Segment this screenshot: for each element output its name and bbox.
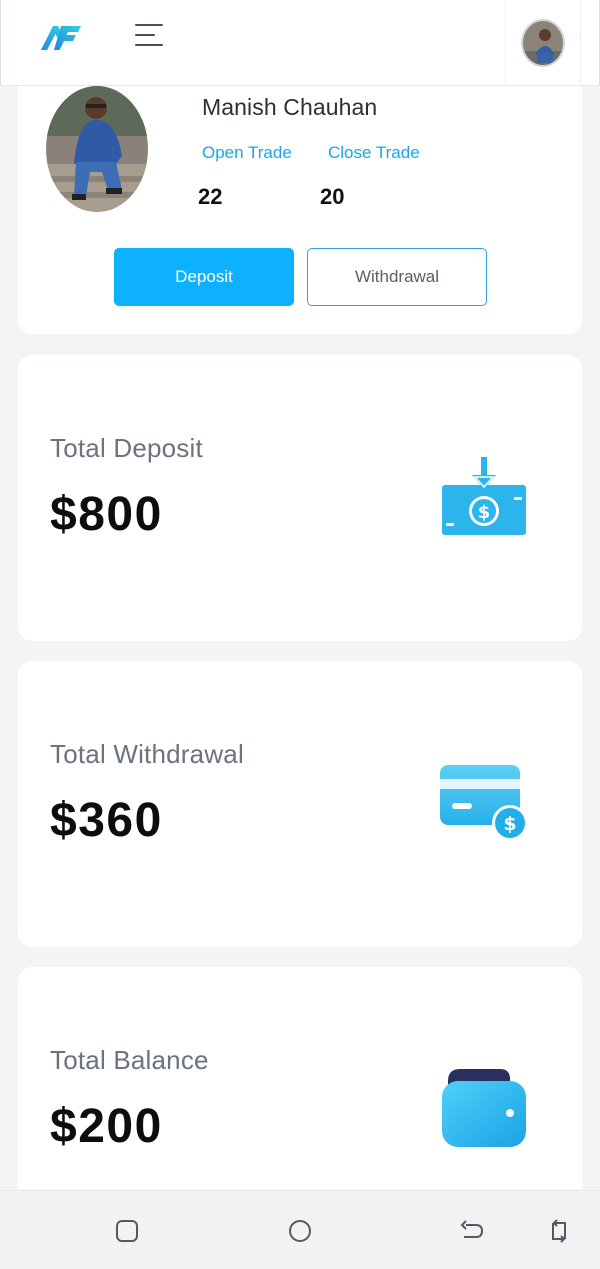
header-avatar-button[interactable] <box>505 0 581 86</box>
cash-deposit-icon: $ <box>442 457 526 535</box>
top-header <box>0 0 600 86</box>
profile-card: Manish Chauhan Open Trade Close Trade 22… <box>18 86 582 334</box>
total-balance-label: Total Balance <box>50 1045 209 1075</box>
deposit-button[interactable]: Deposit <box>114 248 294 306</box>
hamburger-menu-icon[interactable] <box>135 22 165 48</box>
total-deposit-label: Total Deposit <box>50 433 203 463</box>
system-navigation-bar <box>0 1190 600 1269</box>
svg-text:$: $ <box>503 813 516 835</box>
rotate-icon[interactable] <box>545 1217 573 1245</box>
total-deposit-value: $800 <box>50 488 163 541</box>
user-avatar <box>521 19 565 67</box>
profile-name: Manish Chauhan <box>202 94 378 120</box>
total-balance-value: $200 <box>50 1100 163 1153</box>
total-withdrawal-label: Total Withdrawal <box>50 739 244 769</box>
brand-logo-icon[interactable] <box>39 22 83 52</box>
card-dollar-icon: $ <box>440 765 528 841</box>
close-trade-link[interactable]: Close Trade <box>328 143 420 163</box>
home-icon[interactable] <box>286 1217 314 1245</box>
svg-text:$: $ <box>478 502 491 523</box>
back-icon[interactable] <box>458 1217 486 1245</box>
total-deposit-card: Total Deposit $800 $ <box>18 355 582 641</box>
total-withdrawal-value: $360 <box>50 794 163 847</box>
open-trade-link[interactable]: Open Trade <box>202 143 292 163</box>
open-trade-count: 22 <box>198 184 223 209</box>
total-withdrawal-card: Total Withdrawal $360 $ <box>18 661 582 947</box>
recent-apps-icon[interactable] <box>113 1217 141 1245</box>
withdrawal-button[interactable]: Withdrawal <box>307 248 487 306</box>
wallet-icon <box>442 1069 526 1147</box>
close-trade-count: 20 <box>320 184 345 209</box>
profile-photo <box>46 86 148 212</box>
